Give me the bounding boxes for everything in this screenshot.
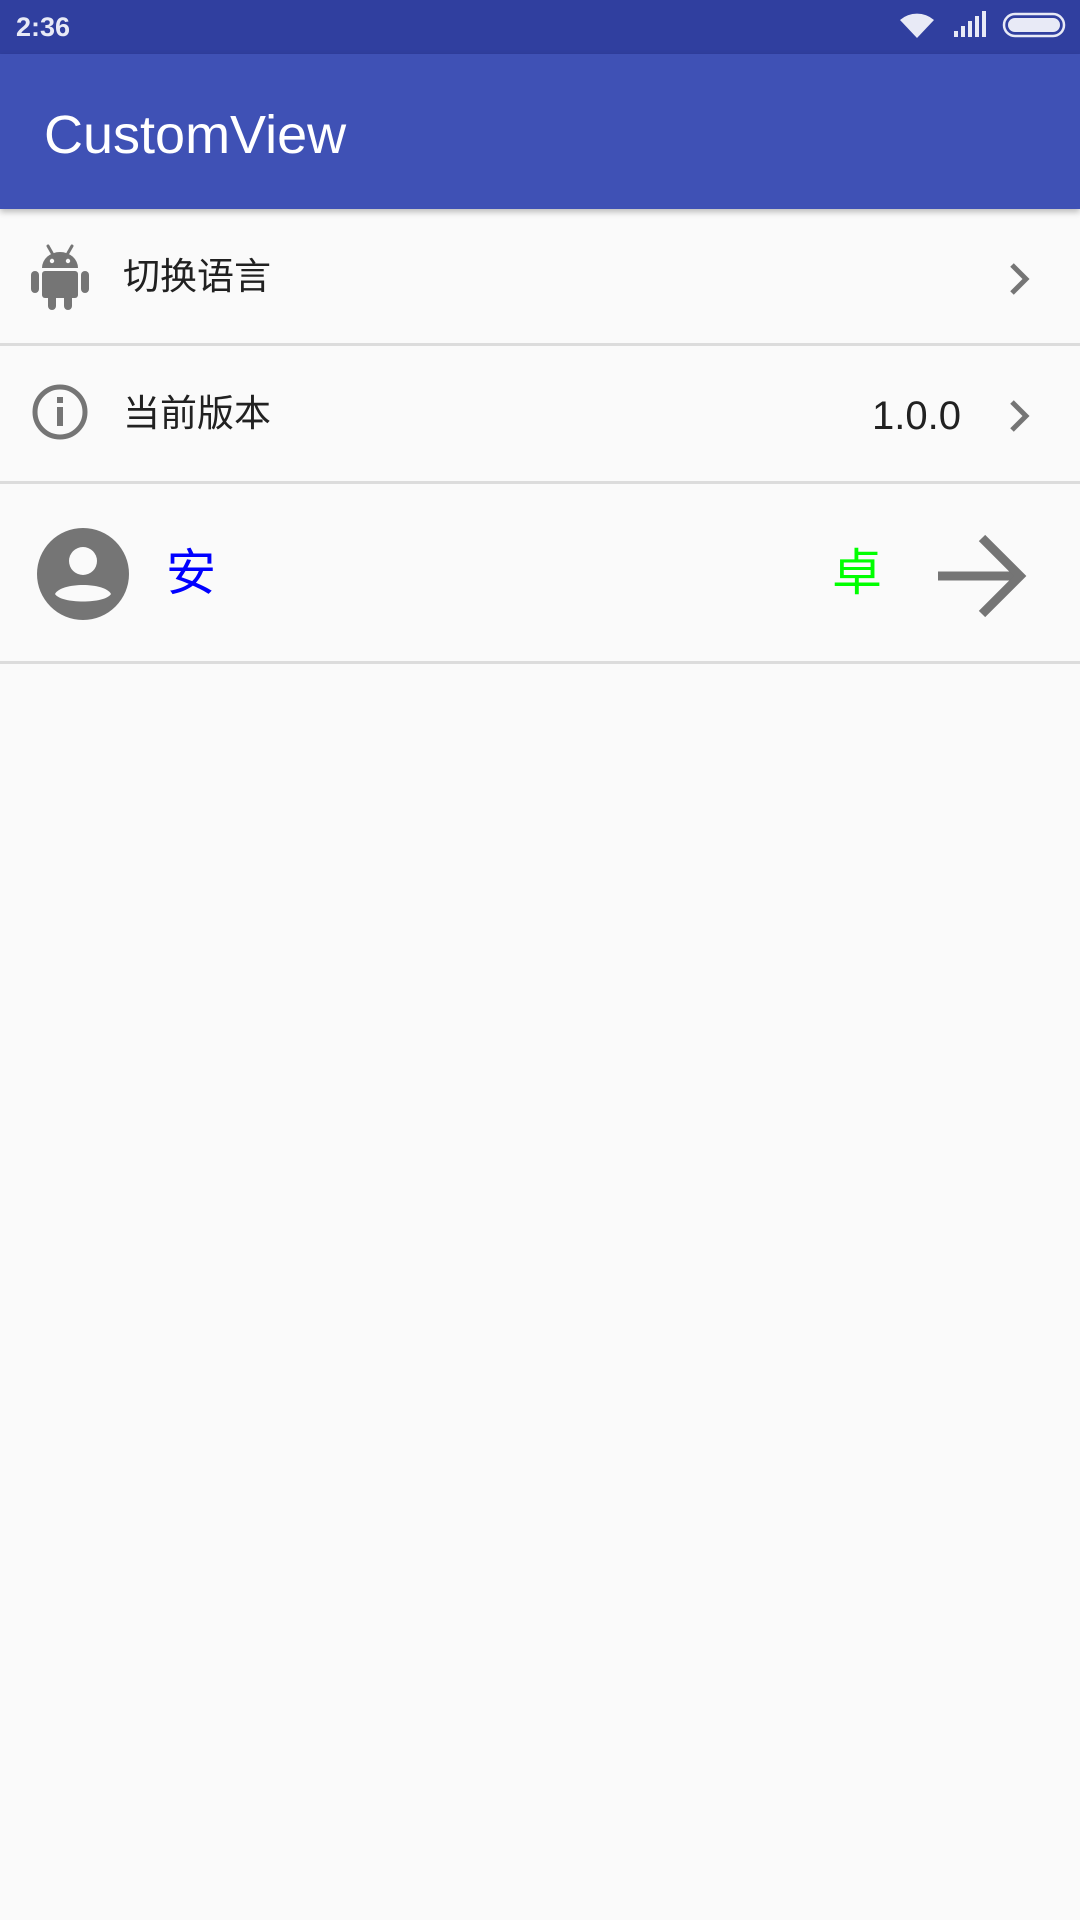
info-icon <box>30 382 90 442</box>
chevron-right-icon <box>1000 396 1040 436</box>
row-value-zhuo: 卓 <box>832 544 882 602</box>
list-item-current-version[interactable]: 当前版本 1.0.0 <box>0 346 1080 484</box>
signal-icon <box>952 11 986 43</box>
app-title: CustomView <box>44 105 347 165</box>
battery-icon <box>1002 11 1068 43</box>
account-circle-icon <box>36 527 130 621</box>
list-item-custom[interactable]: 安 卓 <box>0 484 1080 664</box>
status-time: 2:36 <box>16 12 71 42</box>
version-value: 1.0.0 <box>872 394 961 438</box>
chevron-right-icon <box>1000 259 1040 299</box>
row-label-current-version: 当前版本 <box>123 392 271 435</box>
row-label-switch-language: 切换语言 <box>123 255 271 298</box>
android-icon <box>30 243 90 311</box>
status-icons <box>898 10 1068 44</box>
wifi-icon <box>898 10 936 44</box>
status-bar: 2:36 <box>0 0 1080 54</box>
row-label-an: 安 <box>166 544 216 602</box>
list-item-switch-language[interactable]: 切换语言 <box>0 209 1080 346</box>
app-bar: CustomView <box>0 54 1080 209</box>
arrow-forward-icon <box>934 528 1030 624</box>
